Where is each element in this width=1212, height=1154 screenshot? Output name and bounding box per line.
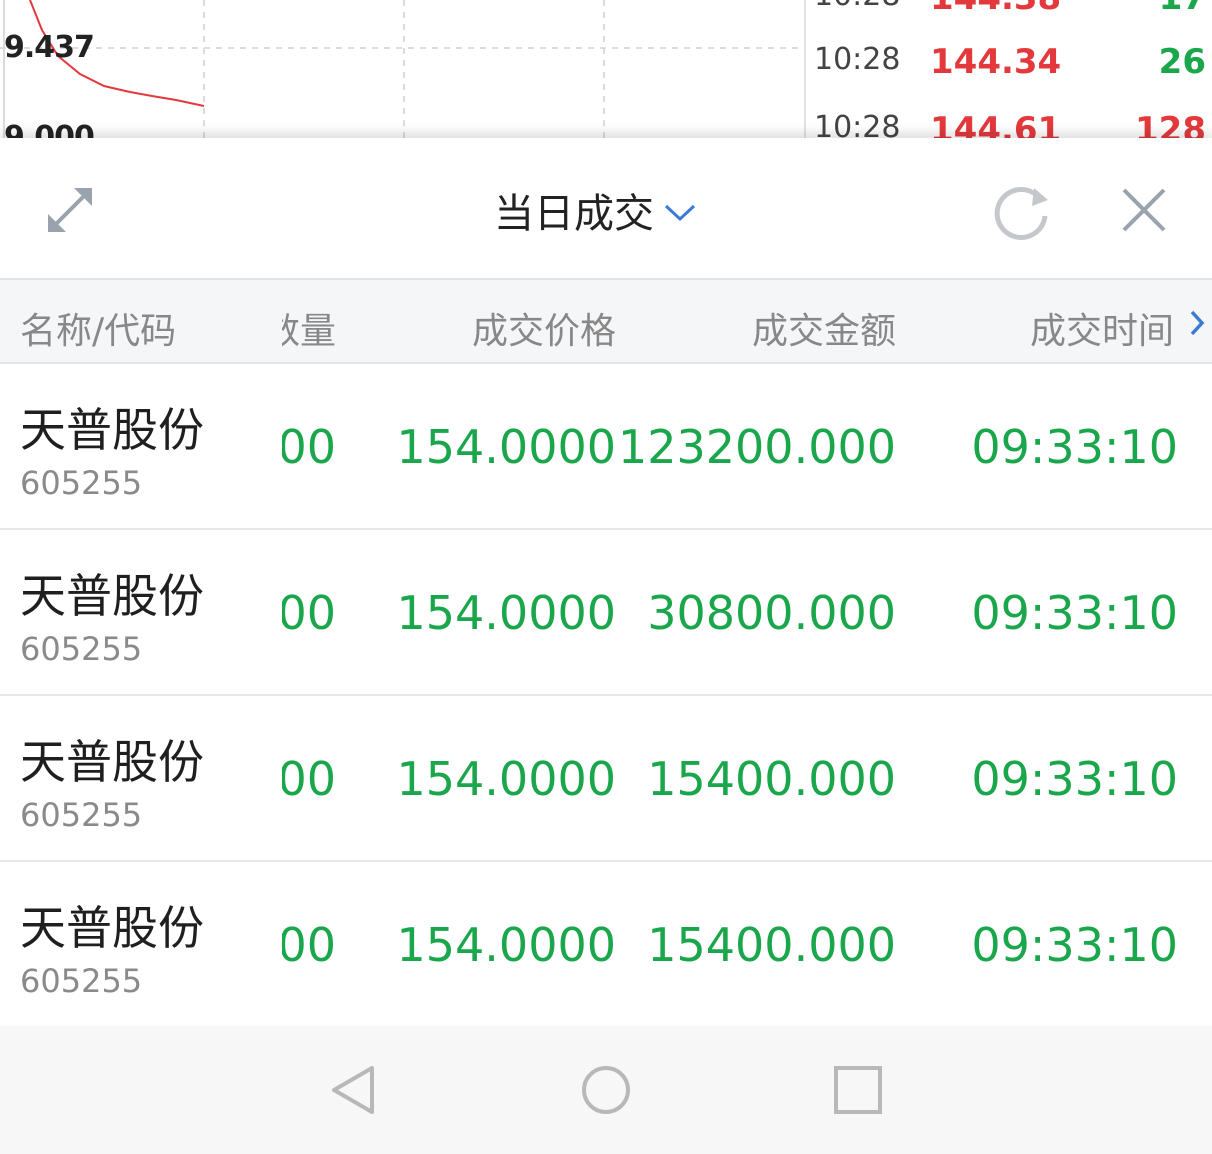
trades-table: 天普股份 605255 800 154.0000 123200.000 09:3… xyxy=(0,364,1212,1028)
circle-home-icon[interactable] xyxy=(580,1064,632,1116)
tick-price: 144.61 xyxy=(930,110,1062,138)
stock-code: 605255 xyxy=(20,630,143,668)
square-recent-icon[interactable] xyxy=(832,1064,884,1116)
stock-code: 605255 xyxy=(20,796,143,834)
tick-list: 10:28 144.38 17 10:28 144.34 26 10:28 14… xyxy=(804,0,1212,138)
column-header-name[interactable]: 名称/代码 xyxy=(20,302,176,354)
tick-volume: 17 xyxy=(1159,0,1206,18)
tick-row: 10:28 144.38 17 xyxy=(806,0,1212,18)
trade-amount: 15400.000 xyxy=(647,752,896,806)
trade-price: 154.0000 xyxy=(396,586,617,640)
tick-volume: 26 xyxy=(1158,42,1206,82)
trade-time: 09:33:10 xyxy=(971,918,1178,972)
stock-code: 605255 xyxy=(20,962,143,1000)
intraday-chart: 9.437 9.000 xyxy=(0,0,804,138)
trade-volume: 800 xyxy=(282,420,336,474)
tick-volume: 128 xyxy=(1135,110,1206,138)
trade-price: 154.0000 xyxy=(396,918,617,972)
chart-grid xyxy=(0,0,804,138)
chart-axis-label-upper: 9.437 xyxy=(4,30,95,65)
stock-name: 天普股份 xyxy=(20,403,204,457)
tick-price: 144.38 xyxy=(930,0,1061,18)
sheet-header: 当日成交 xyxy=(0,138,1212,278)
chart-axis-label-lower: 9.000 xyxy=(4,120,95,138)
trade-price: 154.0000 xyxy=(396,420,617,474)
stock-name: 天普股份 xyxy=(20,735,204,789)
stock-name: 天普股份 xyxy=(20,569,204,623)
trade-amount: 15400.000 xyxy=(647,918,896,972)
chevron-right-icon[interactable] xyxy=(1188,308,1206,338)
column-header-time[interactable]: 成交时间 xyxy=(1030,302,1174,354)
trade-time: 09:33:10 xyxy=(971,752,1178,806)
table-row[interactable]: 天普股份 605255 100 154.0000 15400.000 09:33… xyxy=(0,862,1212,1028)
close-icon[interactable] xyxy=(1118,184,1170,236)
table-row[interactable]: 天普股份 605255 100 154.0000 15400.000 09:33… xyxy=(0,696,1212,862)
trades-sheet: 当日成交 名称/代码 成交数量 成交价格 成交金额 成交时间 xyxy=(0,138,1212,1028)
trade-volume: 100 xyxy=(282,918,336,972)
trade-time: 09:33:10 xyxy=(971,586,1178,640)
trade-volume: 100 xyxy=(282,752,336,806)
column-header-row: 名称/代码 成交数量 成交价格 成交金额 成交时间 xyxy=(0,278,1212,364)
sheet-title: 当日成交 xyxy=(494,191,654,237)
trade-price: 154.0000 xyxy=(396,752,617,806)
refresh-icon[interactable] xyxy=(992,182,1052,242)
stock-code: 605255 xyxy=(20,464,143,502)
trade-volume: 200 xyxy=(282,586,336,640)
tick-time: 10:28 xyxy=(814,110,901,138)
tick-time: 10:28 xyxy=(814,42,901,77)
column-header-amount[interactable]: 成交金额 xyxy=(752,302,896,354)
tick-time: 10:28 xyxy=(814,0,900,13)
trade-amount: 30800.000 xyxy=(647,586,896,640)
expand-arrows-icon[interactable] xyxy=(44,184,96,236)
table-row[interactable]: 天普股份 605255 200 154.0000 30800.000 09:33… xyxy=(0,530,1212,696)
tick-row: 10:28 144.34 26 xyxy=(806,42,1212,82)
chevron-down-icon xyxy=(664,204,696,222)
column-header-price[interactable]: 成交价格 xyxy=(472,302,616,354)
column-header-volume[interactable]: 成交数量 xyxy=(282,302,336,354)
trade-amount: 123200.000 xyxy=(617,420,896,474)
triangle-back-icon[interactable] xyxy=(328,1064,380,1116)
stock-name: 天普股份 xyxy=(20,901,204,955)
tick-price: 144.34 xyxy=(930,42,1062,82)
tick-row: 10:28 144.61 128 xyxy=(806,110,1212,138)
background-quote-area: 9.437 9.000 10:28 144.38 17 10:28 144.34… xyxy=(0,0,1212,138)
title-dropdown[interactable]: 当日成交 xyxy=(494,182,698,238)
trade-time: 09:33:10 xyxy=(971,420,1178,474)
table-row[interactable]: 天普股份 605255 800 154.0000 123200.000 09:3… xyxy=(0,364,1212,530)
system-nav-bar xyxy=(0,1026,1212,1154)
